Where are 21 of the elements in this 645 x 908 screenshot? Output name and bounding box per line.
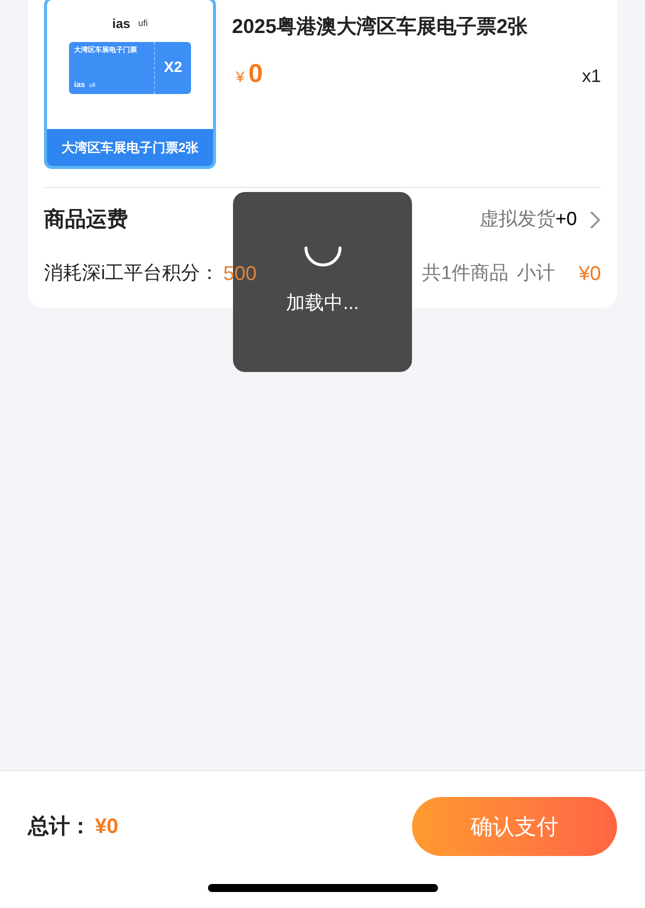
- product-price: 0: [248, 57, 263, 90]
- shipping-selector[interactable]: 虚拟发货+0: [479, 206, 601, 234]
- chevron-right-icon: [589, 210, 601, 230]
- total-label: 总计：: [28, 814, 91, 840]
- product-title: 2025粤港澳大湾区车展电子票2张: [232, 14, 529, 40]
- logo-text: ufi: [138, 18, 148, 28]
- currency-symbol: ¥: [236, 68, 244, 88]
- item-count: 共1件商品: [422, 262, 509, 286]
- shipping-fee: +0: [555, 208, 577, 232]
- points-label: 消耗深i工平台积分：: [44, 262, 220, 286]
- logo-text: ias: [112, 16, 130, 30]
- total-value: ¥0: [95, 814, 118, 840]
- image-banner-text: 大湾区车展电子门票2张: [61, 138, 199, 157]
- subtotal-value: ¥0: [578, 262, 601, 287]
- ticket-count: X2: [164, 58, 182, 78]
- loading-text: 加载中...: [286, 292, 359, 316]
- subtotal-label: 小计: [516, 262, 555, 286]
- logo-text: ias: [74, 81, 86, 89]
- product-quantity: x1: [582, 65, 601, 88]
- shipping-method: 虚拟发货: [479, 208, 556, 232]
- shipping-label: 商品运费: [44, 206, 128, 234]
